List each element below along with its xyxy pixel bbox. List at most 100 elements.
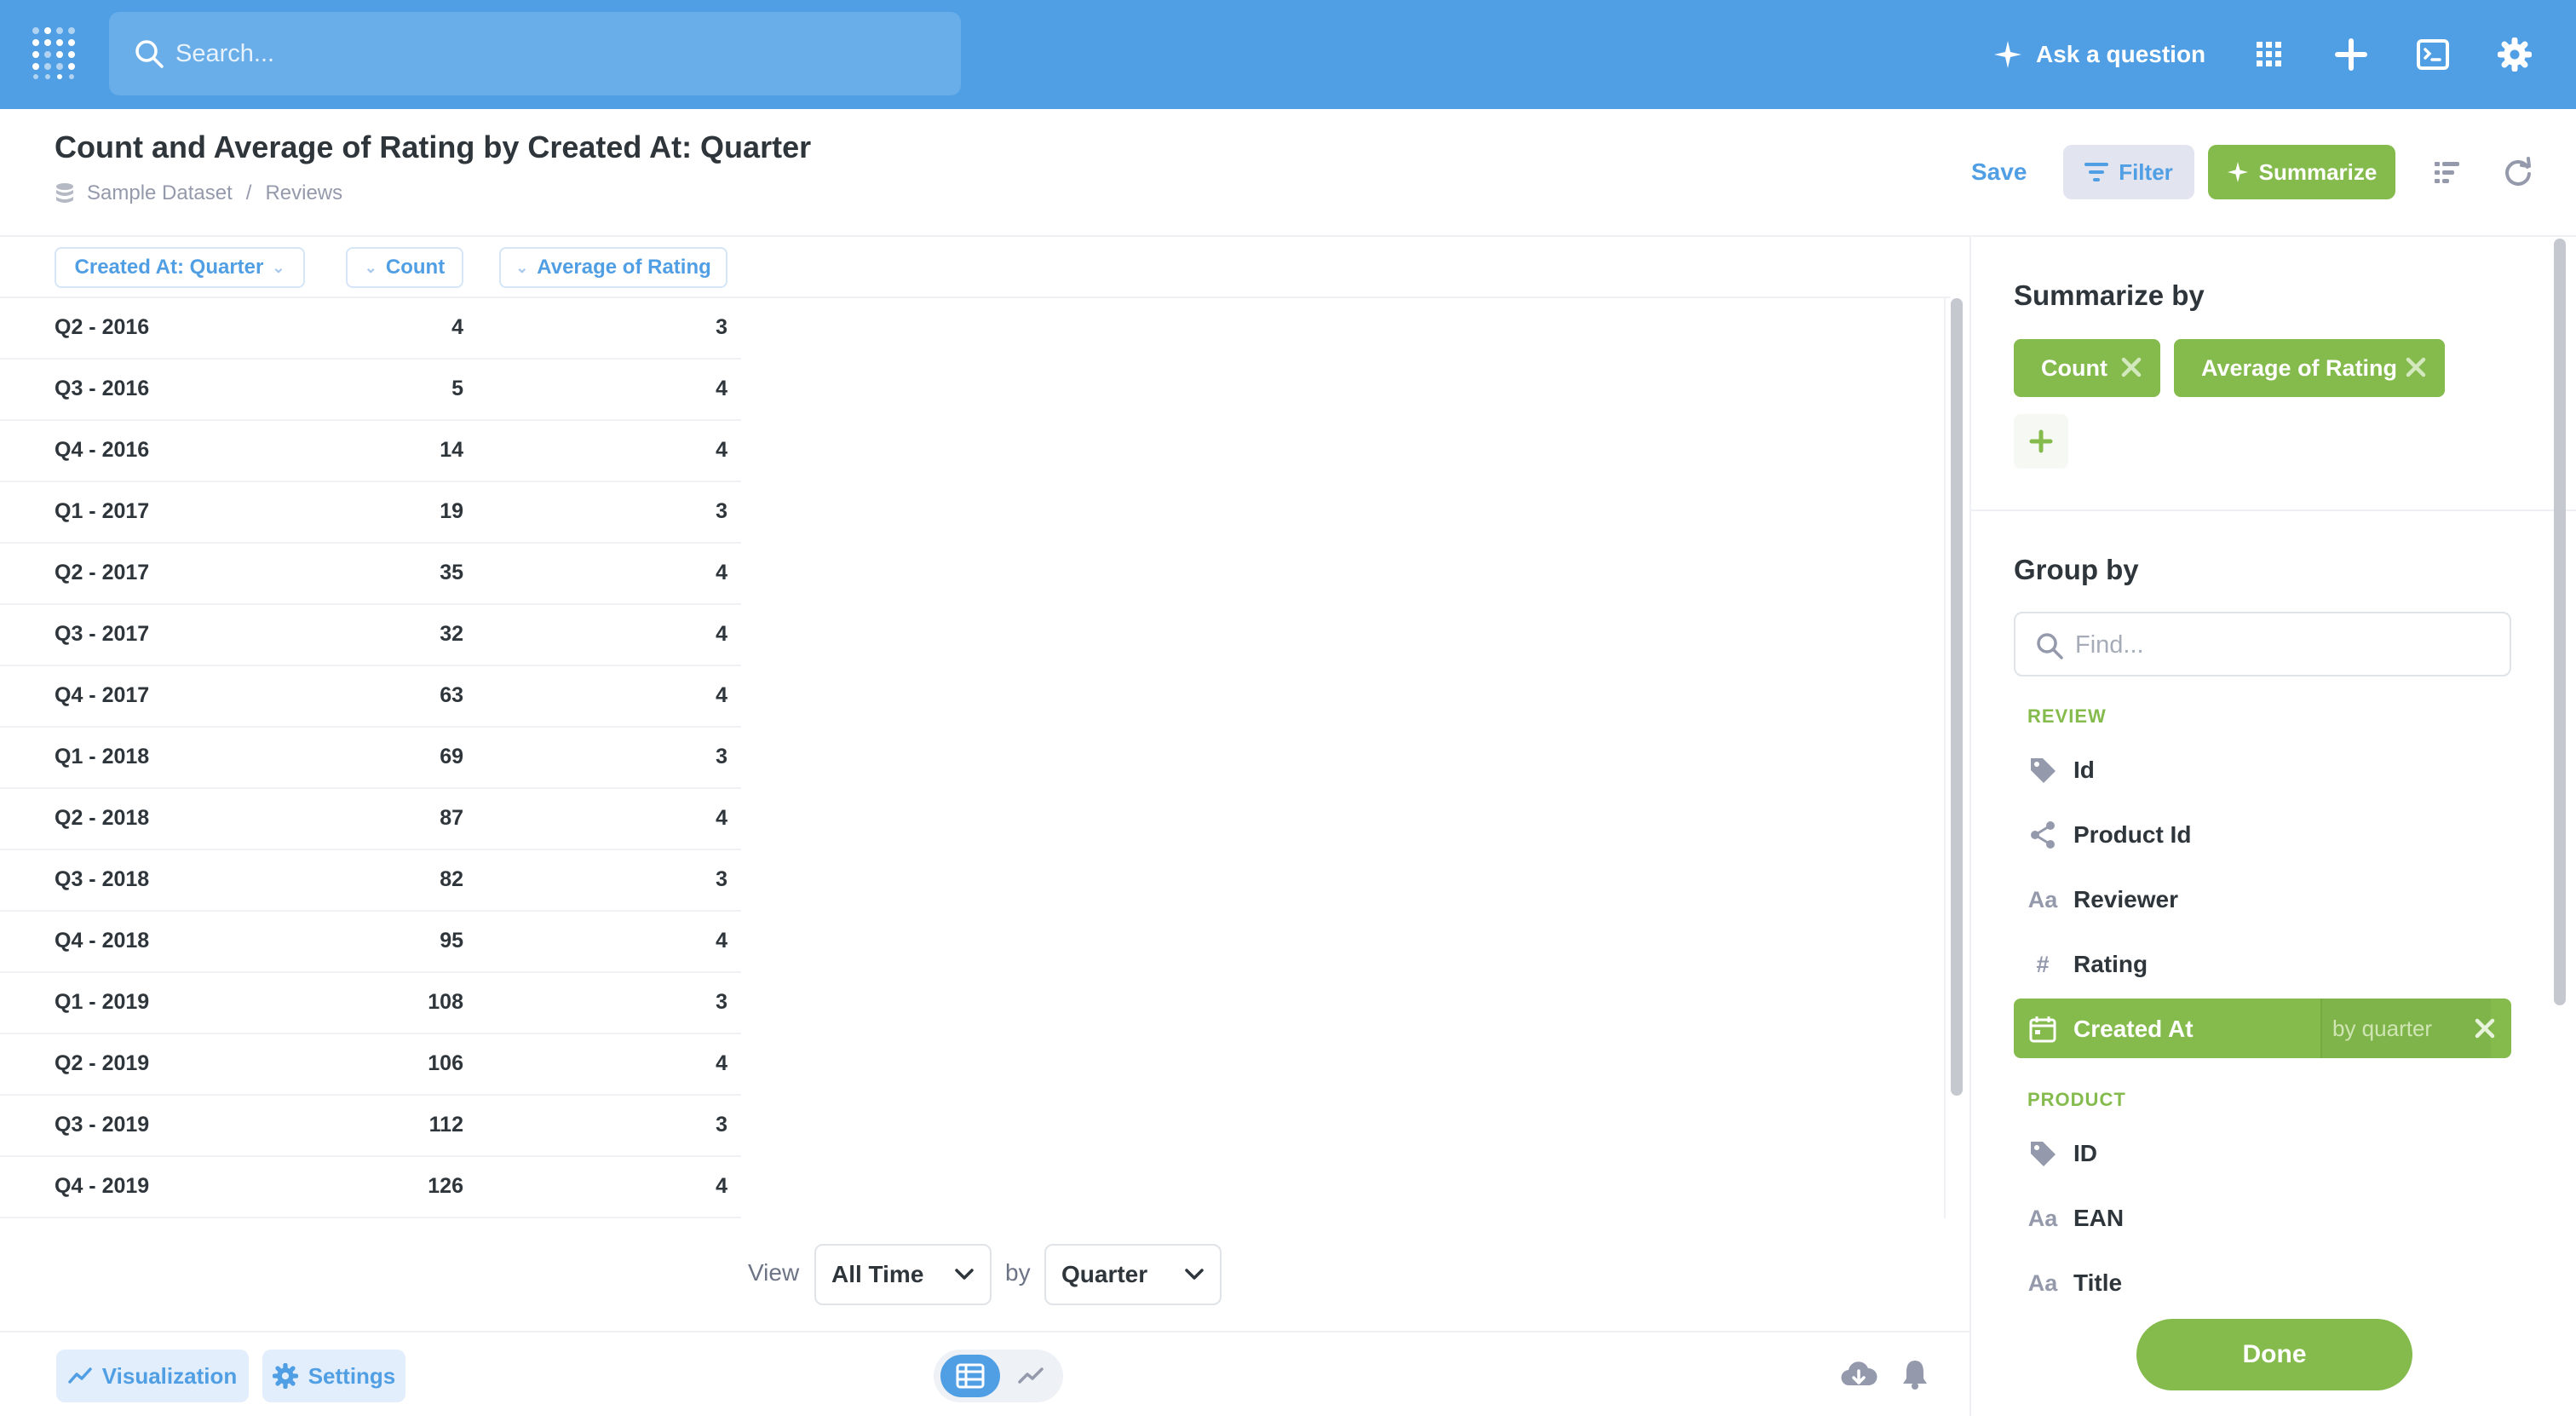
- cell-average-rating[interactable]: 4: [588, 438, 727, 463]
- save-button[interactable]: Save: [1971, 158, 2027, 186]
- cell-count[interactable]: 87: [324, 806, 463, 831]
- cell-quarter[interactable]: Q4 - 2017: [55, 683, 149, 708]
- close-icon[interactable]: [2472, 1016, 2498, 1041]
- column-header-count[interactable]: ⌄ Count: [346, 247, 463, 288]
- plus-icon[interactable]: [2331, 34, 2372, 75]
- group-field-id[interactable]: Id: [2014, 740, 2511, 799]
- notebook-icon[interactable]: [2412, 34, 2453, 75]
- sidebar-scrollbar[interactable]: [2554, 239, 2566, 1005]
- cell-count[interactable]: 112: [324, 1113, 463, 1137]
- cell-quarter[interactable]: Q2 - 2016: [55, 315, 149, 340]
- group-field-title[interactable]: Aa Title: [2014, 1252, 2511, 1312]
- group-by-find-box[interactable]: [2014, 612, 2511, 676]
- cell-average-rating[interactable]: 3: [588, 1113, 727, 1137]
- time-range-dropdown[interactable]: All Time: [814, 1244, 992, 1305]
- cell-average-rating[interactable]: 3: [588, 745, 727, 769]
- ask-question-label: Ask a question: [2036, 41, 2206, 67]
- cell-count[interactable]: 32: [324, 622, 463, 647]
- column-header-average-rating[interactable]: ⌄ Average of Rating: [499, 247, 727, 288]
- group-field-label: Id: [2073, 757, 2095, 783]
- cell-quarter[interactable]: Q3 - 2016: [55, 377, 149, 401]
- chart-view-icon[interactable]: [1005, 1355, 1056, 1397]
- cell-average-rating[interactable]: 4: [588, 683, 727, 708]
- cell-count[interactable]: 82: [324, 867, 463, 892]
- group-field-ean[interactable]: Aa EAN: [2014, 1188, 2511, 1247]
- group-field-product-id-pk[interactable]: ID: [2014, 1123, 2511, 1183]
- cell-count[interactable]: 95: [324, 929, 463, 953]
- cell-count[interactable]: 14: [324, 438, 463, 463]
- cell-average-rating[interactable]: 4: [588, 806, 727, 831]
- cell-average-rating[interactable]: 4: [588, 561, 727, 585]
- temporal-bucket-selector[interactable]: by quarter: [2320, 999, 2491, 1058]
- cell-average-rating[interactable]: 3: [588, 499, 727, 524]
- visualization-label: Visualization: [101, 1362, 238, 1389]
- cell-average-rating[interactable]: 3: [588, 867, 727, 892]
- metric-pill-average-rating[interactable]: Average of Rating: [2174, 339, 2445, 397]
- cell-average-rating[interactable]: 3: [588, 990, 727, 1015]
- table-scrollbar[interactable]: [1951, 298, 1963, 1096]
- sort-icon[interactable]: [2433, 158, 2462, 187]
- cell-quarter[interactable]: Q4 - 2018: [55, 929, 149, 953]
- cell-average-rating[interactable]: 4: [588, 929, 727, 953]
- bell-icon[interactable]: [1901, 1358, 1929, 1390]
- group-field-label: EAN: [2073, 1205, 2125, 1231]
- add-metric-button[interactable]: [2014, 414, 2068, 469]
- group-field-rating[interactable]: # Rating: [2014, 934, 2511, 993]
- summarize-button[interactable]: Summarize: [2208, 145, 2395, 199]
- grid-icon[interactable]: [2249, 34, 2290, 75]
- cell-average-rating[interactable]: 4: [588, 1051, 727, 1076]
- cell-quarter[interactable]: Q2 - 2017: [55, 561, 149, 585]
- visualization-button[interactable]: Visualization: [56, 1350, 249, 1402]
- gear-icon[interactable]: [2494, 34, 2535, 75]
- cell-quarter[interactable]: Q1 - 2018: [55, 745, 149, 769]
- filter-button[interactable]: Filter: [2063, 145, 2194, 199]
- cell-quarter[interactable]: Q3 - 2017: [55, 622, 149, 647]
- group-field-product-id[interactable]: Product Id: [2014, 804, 2511, 864]
- table-row: Q1 - 2019 108 3: [0, 973, 741, 1034]
- cell-quarter[interactable]: Q1 - 2017: [55, 499, 149, 524]
- ask-question-button[interactable]: Ask a question: [1993, 34, 2205, 75]
- settings-button[interactable]: Settings: [262, 1350, 405, 1402]
- search-input[interactable]: [175, 32, 925, 75]
- cell-count[interactable]: 19: [324, 499, 463, 524]
- time-bucket-dropdown[interactable]: Quarter: [1044, 1244, 1222, 1305]
- cell-count[interactable]: 69: [324, 745, 463, 769]
- cell-average-rating[interactable]: 4: [588, 377, 727, 401]
- cell-count[interactable]: 63: [324, 683, 463, 708]
- cell-count[interactable]: 126: [324, 1174, 463, 1199]
- done-button[interactable]: Done: [2136, 1319, 2412, 1390]
- cell-count[interactable]: 106: [324, 1051, 463, 1076]
- breadcrumb-table[interactable]: Reviews: [265, 181, 342, 205]
- cell-average-rating[interactable]: 3: [588, 315, 727, 340]
- cell-quarter[interactable]: Q2 - 2019: [55, 1051, 149, 1076]
- group-field-reviewer[interactable]: Aa Reviewer: [2014, 869, 2511, 929]
- breadcrumb-database[interactable]: Sample Dataset: [87, 181, 233, 205]
- view-label: View: [748, 1259, 800, 1286]
- cell-average-rating[interactable]: 4: [588, 1174, 727, 1199]
- column-header-label: Created At: Quarter: [74, 256, 264, 279]
- table-view-icon[interactable]: [940, 1355, 1000, 1397]
- cell-quarter[interactable]: Q2 - 2018: [55, 806, 149, 831]
- refresh-icon[interactable]: [2503, 157, 2533, 187]
- group-by-find-input[interactable]: [2075, 625, 2484, 665]
- logo-icon[interactable]: [31, 26, 78, 80]
- metric-pill-count[interactable]: Count: [2014, 339, 2160, 397]
- cell-count[interactable]: 108: [324, 990, 463, 1015]
- cell-quarter[interactable]: Q4 - 2016: [55, 438, 149, 463]
- close-icon[interactable]: [2118, 354, 2145, 381]
- cell-quarter[interactable]: Q1 - 2019: [55, 990, 149, 1015]
- group-field-created-at[interactable]: Created At by quarter: [2014, 999, 2511, 1058]
- cell-quarter[interactable]: Q4 - 2019: [55, 1174, 149, 1199]
- group-field-label: Product Id: [2073, 821, 2192, 848]
- cell-quarter[interactable]: Q3 - 2018: [55, 867, 149, 892]
- cell-quarter[interactable]: Q3 - 2019: [55, 1113, 149, 1137]
- close-icon[interactable]: [2402, 354, 2429, 381]
- view-mode-toggle[interactable]: [934, 1350, 1063, 1402]
- cell-average-rating[interactable]: 4: [588, 622, 727, 647]
- global-search-box[interactable]: [109, 12, 961, 95]
- column-header-created-at[interactable]: Created At: Quarter ⌄: [55, 247, 305, 288]
- cell-count[interactable]: 5: [324, 377, 463, 401]
- cell-count[interactable]: 4: [324, 315, 463, 340]
- download-icon[interactable]: [1840, 1360, 1877, 1390]
- cell-count[interactable]: 35: [324, 561, 463, 585]
